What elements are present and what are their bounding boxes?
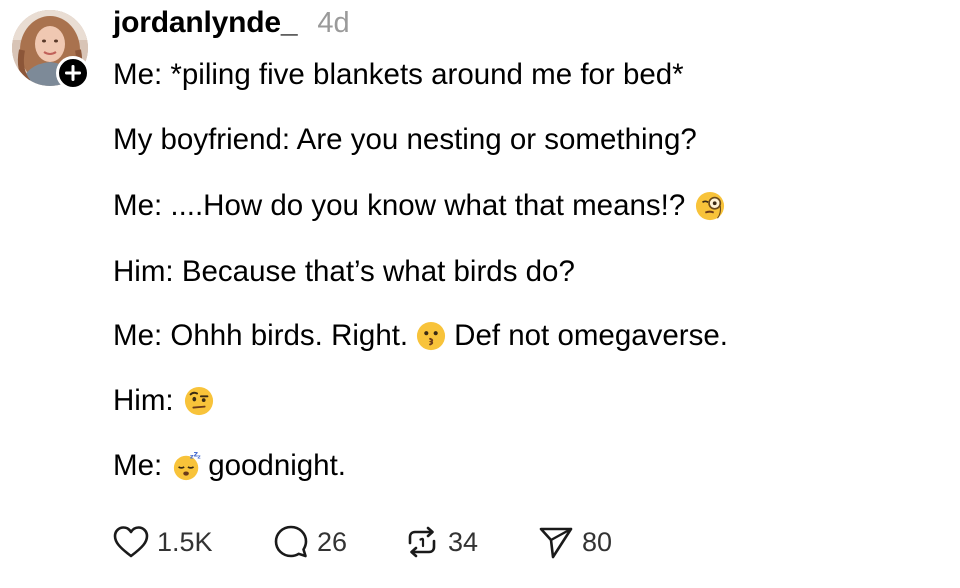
kissing-face-emoji <box>417 321 446 351</box>
username[interactable]: jordanlynde_ <box>113 6 298 40</box>
reply-count: 26 <box>317 526 348 557</box>
post-line-text: My boyfriend: Are you nesting or somethi… <box>113 123 697 156</box>
post-line-text: goodnight. <box>208 449 346 482</box>
post-line-text: Him: Because that’s what birds do? <box>113 255 575 288</box>
svg-text:z: z <box>198 455 201 461</box>
face-with-monocle-emoji <box>696 191 725 221</box>
heart-icon <box>113 526 149 558</box>
post-line: Me: ....How do you know what that means!… <box>113 188 733 224</box>
like-button[interactable]: 1.5K <box>113 525 273 559</box>
post-line-text: Me: *piling five blankets around me for … <box>113 58 684 91</box>
post-line-text: Me: Ohhh birds. Right. <box>113 319 409 352</box>
post-line-text: Me: <box>113 449 163 482</box>
plus-icon <box>65 65 81 81</box>
repost-icon <box>408 526 436 558</box>
post-line-text: Me: ....How do you know what that means!… <box>113 189 686 222</box>
post-line-text: Def not omegaverse. <box>454 319 728 352</box>
share-button[interactable]: 80 <box>538 525 612 559</box>
post-line: Me: z z z goodnight. <box>113 448 346 484</box>
face-with-raised-eyebrow-emoji <box>184 386 213 416</box>
timestamp[interactable]: 4d <box>317 7 349 40</box>
repost-button[interactable]: 34 <box>404 525 538 559</box>
follow-button[interactable] <box>56 56 90 90</box>
post-line: My boyfriend: Are you nesting or somethi… <box>113 122 697 158</box>
sleeping-face-emoji: z z z <box>174 451 201 481</box>
post-line: Me: *piling five blankets around me for … <box>113 57 684 93</box>
action-bar: 1.5K 26 34 80 <box>113 522 612 562</box>
post-line: Him: Because that’s what birds do? <box>113 254 575 290</box>
post-line: Me: Ohhh birds. Right. Def not omegavers… <box>113 318 728 354</box>
post-line-text: Him: <box>113 384 174 417</box>
send-icon <box>539 527 573 559</box>
share-count: 80 <box>582 526 613 557</box>
comment-bubble-icon <box>274 525 308 558</box>
post-line: Him: <box>113 383 220 419</box>
post-header: jordanlynde_ 4d <box>113 6 350 46</box>
like-count: 1.5K <box>157 526 213 557</box>
repost-count: 34 <box>448 526 479 557</box>
reply-button[interactable]: 26 <box>273 524 404 560</box>
